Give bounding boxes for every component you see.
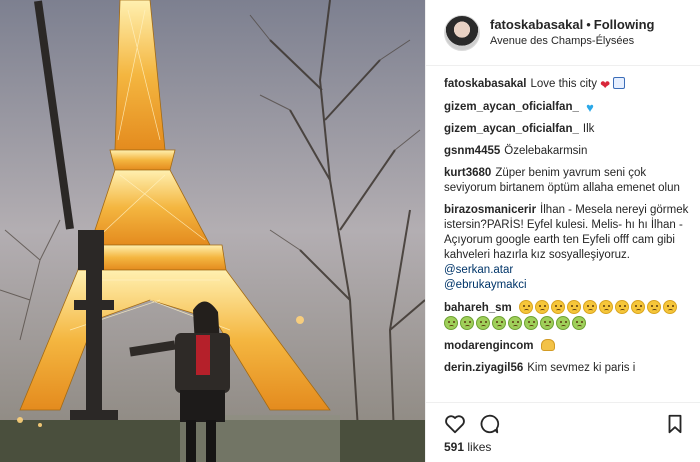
comment-username[interactable]: fatoskabasakal — [444, 78, 526, 90]
action-bar — [426, 402, 700, 438]
comments-list[interactable]: fatoskabasakal Love this city ❤ gizem_ayc… — [444, 77, 694, 399]
eiffel-tower-photo-illustration — [0, 0, 425, 462]
red-heart-icon: ❤ — [600, 78, 611, 92]
bookmark-icon[interactable] — [664, 413, 686, 435]
face-emoji-icon — [476, 316, 490, 330]
comment-item: derin.ziyagil56 Kim sevmez ki paris i — [444, 361, 694, 376]
comment-username[interactable]: gsnm4455 — [444, 145, 500, 157]
face-emoji-icon — [662, 300, 677, 314]
post-side-panel: fatoskabasakal • Following Avenue des Cham… — [425, 0, 700, 462]
face-emoji-icon — [508, 316, 522, 330]
face-emoji-icon — [566, 300, 581, 314]
face-emoji-icon — [534, 300, 549, 314]
post-header: fatoskabasakal • Following Avenue des Cham… — [426, 0, 700, 66]
separator-dot: • — [586, 16, 591, 32]
comment-username[interactable]: modarengincom — [444, 340, 533, 352]
blue-heart-icon: ♥ — [586, 100, 594, 115]
face-emoji-icon — [540, 316, 554, 330]
likes-number: 591 — [444, 440, 465, 454]
comment-username[interactable]: kurt3680 — [444, 167, 491, 179]
comment-item: fatoskabasakal Love this city ❤ — [444, 77, 694, 93]
face-emoji-icon — [572, 316, 586, 330]
comment-username[interactable]: gizem_aycan_oficialfan_ — [444, 123, 579, 135]
comment-text: Özelebakarmsin — [504, 145, 588, 157]
face-emoji-icon — [630, 300, 645, 314]
face-emoji-icon — [614, 300, 629, 314]
likes-count[interactable]: 591 likes — [444, 440, 491, 454]
comment-username[interactable]: gizem_aycan_oficialfan_ — [444, 101, 579, 113]
comment-item: modarengincom — [444, 339, 694, 354]
face-emoji-icon — [524, 316, 538, 330]
face-emoji-icon — [556, 316, 570, 330]
face-emoji-icon — [582, 300, 597, 314]
ticket-icon — [613, 77, 626, 89]
comment-text: Ilk — [582, 123, 595, 135]
post-photo[interactable] — [0, 0, 425, 462]
location-link[interactable]: Avenue des Champs-Élysées — [490, 33, 654, 50]
comment-item: gizem_aycan_oficialfan_ ♥ — [444, 100, 694, 115]
instagram-post: fatoskabasakal • Following Avenue des Cham… — [0, 0, 700, 462]
comment-username[interactable]: bahareh_sm — [444, 302, 512, 314]
comment-bubble-icon[interactable] — [478, 413, 500, 435]
face-emoji-icon — [598, 300, 613, 314]
comment-item: bahareh_sm — [444, 300, 694, 332]
header-text: fatoskabasakal • Following Avenue des Cham… — [490, 16, 654, 50]
face-emoji-icon — [646, 300, 661, 314]
comment-username[interactable]: birazosmanicerir — [444, 204, 536, 216]
face-emoji-icon — [492, 316, 506, 330]
face-emoji-icon — [550, 300, 565, 314]
comment-item: kurt3680 Züper benim yavrum seni çok sevi… — [444, 166, 694, 196]
face-emoji-icon — [518, 300, 533, 314]
comment-item: gsnm4455 Özelebakarmsin — [444, 144, 694, 159]
username-line: fatoskabasakal • Following — [490, 16, 654, 33]
avatar[interactable] — [444, 14, 480, 51]
heart-outline-icon[interactable] — [444, 413, 466, 435]
mention-link[interactable]: @serkan.atar — [444, 264, 513, 276]
comment-username[interactable]: derin.ziyagil56 — [444, 362, 523, 374]
comment-item: gizem_aycan_oficialfan_ Ilk — [444, 122, 694, 137]
comment-text: Kim sevmez ki paris i — [527, 362, 636, 374]
face-emoji-icon — [460, 316, 474, 330]
comment-text: Love this city — [530, 78, 597, 90]
comment-item: birazosmanicerir İlhan - Mesela nereyi gö… — [444, 203, 694, 293]
likes-label: likes — [467, 440, 492, 454]
following-button[interactable]: Following — [594, 17, 655, 32]
mention-link[interactable]: @ebrukaymakci — [444, 279, 527, 291]
face-emoji-icon — [444, 316, 458, 330]
clapping-hands-icon — [540, 339, 555, 351]
author-username-link[interactable]: fatoskabasakal — [490, 17, 583, 32]
